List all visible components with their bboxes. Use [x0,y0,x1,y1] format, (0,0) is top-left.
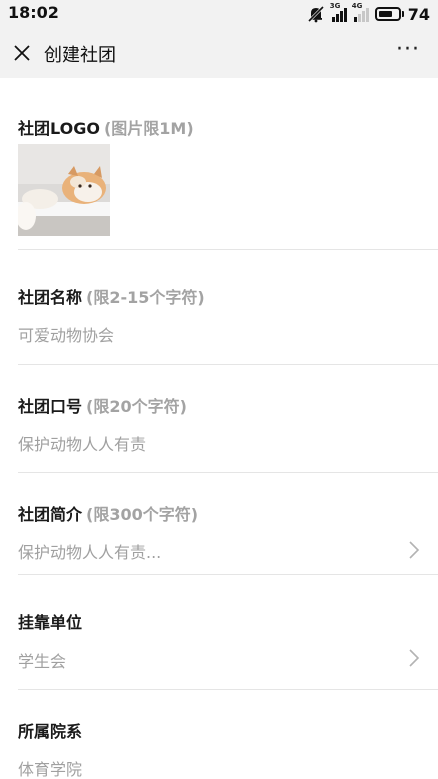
status-icons: 3G 4G 74 [301,2,430,24]
signal-4g-icon: 4G [352,2,369,22]
battery-level: 74 [407,4,430,24]
network-3g-label: 3G [329,2,341,10]
logo-image[interactable] [18,144,110,236]
department-section[interactable]: 所属院系 体育学院 [18,690,438,779]
network-4g-label: 4G [351,2,363,10]
logo-hint: (图片限1M) [103,119,194,138]
bell-muted-icon [307,5,324,23]
intro-label: 社团简介 (限300个字符) [18,505,199,524]
slogan-input[interactable]: 保护动物人人有责 [18,431,146,455]
signal-3g-icon: 3G [330,2,347,22]
affiliation-label: 挂靠单位 [18,613,83,632]
slogan-label: 社团口号 (限20个字符) [18,397,187,416]
affiliation-section[interactable]: 挂靠单位 学生会 [18,575,438,690]
battery-fill [378,11,393,17]
slogan-hint: (限20个字符) [86,397,187,416]
affiliation-value[interactable]: 学生会 [18,648,66,672]
logo-label: 社团LOGO (图片限1M) [18,119,194,138]
nav-bar: 创建社团 ··· [0,28,438,78]
status-bar: 18:02 3G 4G 74 [0,0,438,28]
chevron-right-icon[interactable] [408,648,420,668]
close-icon[interactable] [10,41,34,65]
name-section[interactable]: 社团名称 (限2-15个字符) 可爱动物协会 [18,250,438,365]
department-label: 所属院系 [18,722,83,741]
intro-section[interactable]: 社团简介 (限300个字符) 保护动物人人有责... [18,473,438,575]
department-value[interactable]: 体育学院 [18,756,82,779]
slogan-section[interactable]: 社团口号 (限20个字符) 保护动物人人有责 [18,365,438,473]
page-title: 创建社团 [44,45,116,66]
status-time: 18:02 [8,3,59,22]
intro-value[interactable]: 保护动物人人有责... [18,539,161,563]
intro-hint: (限300个字符) [86,505,199,524]
chevron-right-icon[interactable] [408,540,420,560]
name-input[interactable]: 可爱动物协会 [18,322,114,346]
battery-icon: 74 [374,4,430,24]
name-label: 社团名称 (限2-15个字符) [18,288,205,307]
more-menu-button[interactable]: ··· [396,39,420,61]
name-hint: (限2-15个字符) [86,288,205,307]
